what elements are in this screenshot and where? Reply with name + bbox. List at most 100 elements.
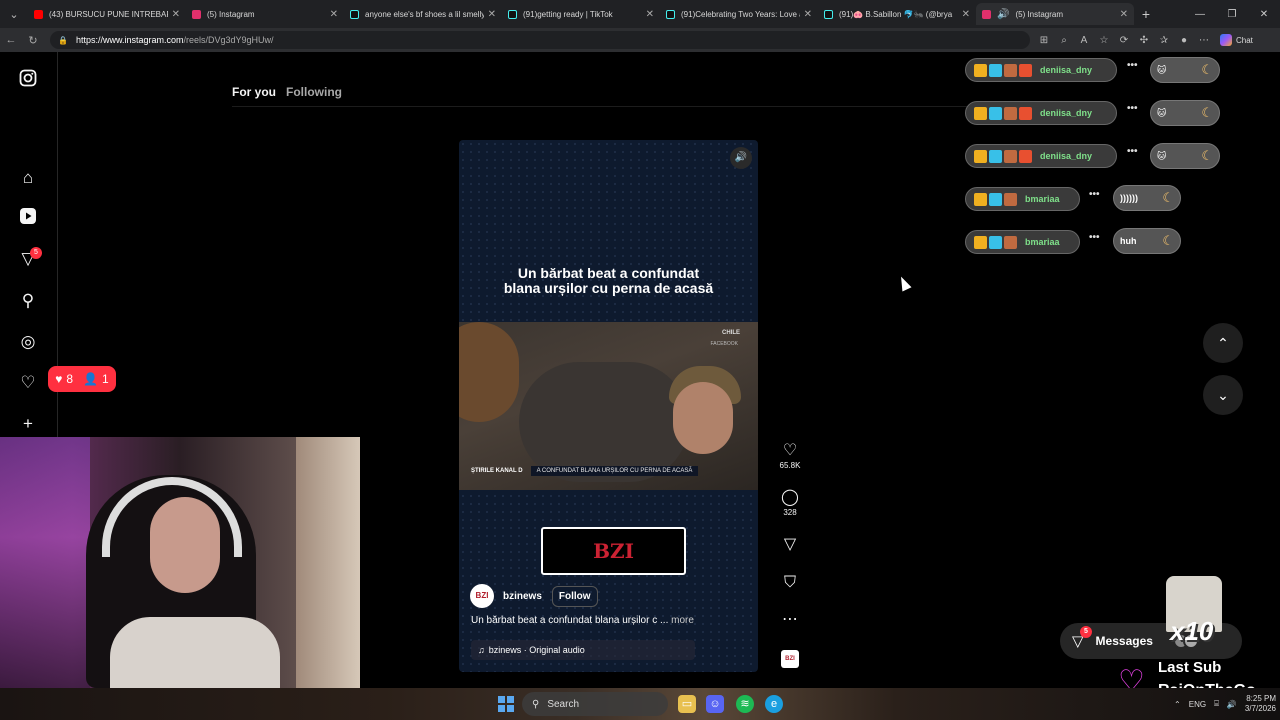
- share-paper-plane-icon[interactable]: ▽: [777, 536, 803, 554]
- bookmark-icon[interactable]: ⛉: [777, 574, 803, 592]
- taskbar-clock[interactable]: 8:25 PM 3/7/2026: [1245, 694, 1276, 714]
- chat-username: deniisa_dny: [1040, 108, 1093, 118]
- search-icon[interactable]: ⚲: [17, 290, 39, 312]
- volume-tray-icon[interactable]: 🔊: [1227, 700, 1237, 709]
- home-icon[interactable]: ⌂: [17, 167, 39, 189]
- create-plus-icon[interactable]: +: [17, 413, 39, 435]
- audio-label: bzinews · Original audio: [488, 645, 585, 655]
- comment-action[interactable]: ◯ 328: [777, 489, 803, 517]
- notifications-popup[interactable]: ♥ 8 👤 1: [48, 366, 116, 392]
- system-tray: ⌃ ENG ⌸ 🔊 8:25 PM 3/7/2026: [1174, 688, 1276, 720]
- more-menu-icon[interactable]: ⋯: [1194, 35, 1214, 46]
- sleeping-man-image: [673, 382, 733, 454]
- tray-chevron-icon[interactable]: ⌃: [1174, 700, 1181, 709]
- volume-icon[interactable]: 🔊: [730, 147, 752, 169]
- original-audio-link[interactable]: ♫ bzinews · Original audio: [471, 640, 695, 660]
- comment-bubble-icon[interactable]: ◯: [777, 489, 803, 507]
- favorites-icon[interactable]: ✰: [1154, 35, 1174, 46]
- close-tab-icon[interactable]: ✕: [172, 9, 180, 20]
- taskbar-search-label: Search: [547, 698, 580, 710]
- zoom-icon[interactable]: ⌕: [1054, 35, 1074, 46]
- browser-tab-1[interactable]: (43) BURSUCU PUNE INTREBARI (✕: [28, 3, 186, 25]
- browser-tab-active[interactable]: 🔊 (5) Instagram ✕: [976, 3, 1134, 25]
- close-tab-icon[interactable]: ✕: [1120, 9, 1128, 20]
- instagram-logo-icon[interactable]: [17, 69, 39, 91]
- tab-for-you[interactable]: For you: [232, 85, 276, 99]
- author-username[interactable]: bzinews: [503, 591, 542, 602]
- taskbar-search[interactable]: ⚲ Search: [522, 692, 668, 716]
- windows-taskbar: ⚲ Search ▭ ☺ ≋ e ⌃ ENG ⌸ 🔊 8:25 PM 3/7/202…: [0, 688, 1280, 720]
- save-action[interactable]: ⛉: [777, 574, 803, 592]
- app-install-icon[interactable]: ⊞: [1034, 35, 1054, 46]
- site-info-icon[interactable]: 🔒: [58, 36, 68, 45]
- profile-avatar-icon[interactable]: ●: [1174, 35, 1194, 46]
- moon-icon: ☾: [1162, 233, 1174, 248]
- tab-following[interactable]: Following: [286, 85, 342, 99]
- more-options-action[interactable]: ⋯: [777, 611, 803, 629]
- minimize-icon[interactable]: —: [1184, 9, 1216, 20]
- chat-dots-icon: •••: [1089, 232, 1100, 243]
- share-action[interactable]: ▽: [777, 536, 803, 554]
- reel-video-card[interactable]: 🔊 Un bărbat beat a confundat blana urșil…: [459, 140, 758, 672]
- feed-tabs: For you Following: [232, 85, 342, 99]
- led-shelf-image: [0, 437, 90, 688]
- refresh-icon[interactable]: ↻: [22, 34, 44, 47]
- extensions-icon[interactable]: ⟳: [1114, 35, 1134, 46]
- reel-caption[interactable]: Un bărbat beat a confundat blana urșilor…: [471, 615, 694, 626]
- restore-icon[interactable]: ❐: [1216, 9, 1248, 20]
- previous-reel-button[interactable]: ⌃: [1203, 323, 1243, 363]
- headline-line-1: Un bărbat beat a confundat: [517, 265, 700, 281]
- browser-tab-3[interactable]: anyone else's bf shoes a lil smelly ✕: [344, 3, 502, 25]
- new-tab-button[interactable]: +: [1134, 6, 1158, 22]
- speaker-icon[interactable]: 🔊: [997, 9, 1009, 20]
- overlay-chat-message: 🐱 ☾: [1150, 143, 1220, 169]
- spotify-icon[interactable]: ≋: [736, 695, 754, 713]
- url-field[interactable]: 🔒 https://www.instagram.com/reels/DVg3dY…: [50, 31, 1030, 49]
- tab-title: (5) Instagram: [1015, 9, 1064, 19]
- browser-tab-2[interactable]: (5) Instagram ✕: [186, 3, 344, 25]
- close-tab-icon[interactable]: ✕: [962, 9, 970, 20]
- windows-start-icon[interactable]: [498, 696, 514, 712]
- close-window-icon[interactable]: ✕: [1248, 9, 1280, 20]
- youtube-favicon-icon: [34, 9, 43, 19]
- copilot-chat-button[interactable]: Chat: [1220, 34, 1253, 46]
- emote-multiplier: x10: [1170, 616, 1214, 646]
- close-tab-icon[interactable]: ✕: [330, 9, 338, 20]
- browser-tab-4[interactable]: (91)getting ready | TikTok ✕: [502, 3, 660, 25]
- overlay-chat-message: )))))) ☾: [1113, 185, 1181, 211]
- audio-thumbnail[interactable]: BZI: [781, 650, 799, 668]
- author-avatar[interactable]: BZI: [470, 584, 494, 608]
- like-heart-icon[interactable]: ♡: [777, 442, 803, 460]
- explore-compass-icon[interactable]: ◎: [17, 331, 39, 353]
- overlay-chat-user: bmariaa: [965, 230, 1080, 254]
- reels-icon[interactable]: [17, 207, 39, 229]
- browser-tab-5[interactable]: (91)Celebrating Two Years: Love a ✕: [660, 3, 818, 25]
- tiktok-favicon-icon: [508, 9, 517, 19]
- discord-icon[interactable]: ☺: [706, 695, 724, 713]
- edge-browser-icon[interactable]: e: [765, 695, 783, 713]
- back-icon[interactable]: ←: [0, 34, 22, 46]
- caption-more-link[interactable]: more: [671, 615, 694, 626]
- network-icon[interactable]: ⌸: [1214, 699, 1219, 709]
- follow-button[interactable]: Follow: [551, 585, 598, 607]
- overlay-chat-message: 🐱 ☾: [1150, 100, 1220, 126]
- next-reel-button[interactable]: ⌄: [1203, 375, 1243, 415]
- news-ticker-text: A CONFUNDAT BLANA URȘILOR CU PERNA DE AC…: [530, 466, 699, 476]
- close-tab-icon[interactable]: ✕: [804, 9, 812, 20]
- extension-puzzle-icon[interactable]: ✣: [1134, 35, 1154, 46]
- notifications-heart-icon[interactable]: ♡: [17, 372, 39, 394]
- bear-fur-image: [519, 362, 689, 482]
- close-tab-icon[interactable]: ✕: [646, 9, 654, 20]
- favorite-star-icon[interactable]: ☆: [1094, 35, 1114, 46]
- close-tab-icon[interactable]: ✕: [488, 9, 496, 20]
- chat-badges: [974, 235, 1017, 249]
- file-explorer-icon[interactable]: ▭: [678, 695, 696, 713]
- more-options-icon[interactable]: ⋯: [777, 611, 803, 629]
- chat-username: deniisa_dny: [1040, 65, 1093, 75]
- browser-tab-6[interactable]: (91)🐽 B.Sabillon 🐬🐜 (@brya ✕: [818, 3, 976, 25]
- likes-count: 8: [66, 372, 74, 386]
- like-action[interactable]: ♡ 65.8K: [777, 442, 803, 470]
- read-aloud-icon[interactable]: A: [1074, 35, 1094, 46]
- tab-actions-menu-icon[interactable]: ⌄: [0, 0, 28, 28]
- language-indicator[interactable]: ENG: [1189, 700, 1206, 709]
